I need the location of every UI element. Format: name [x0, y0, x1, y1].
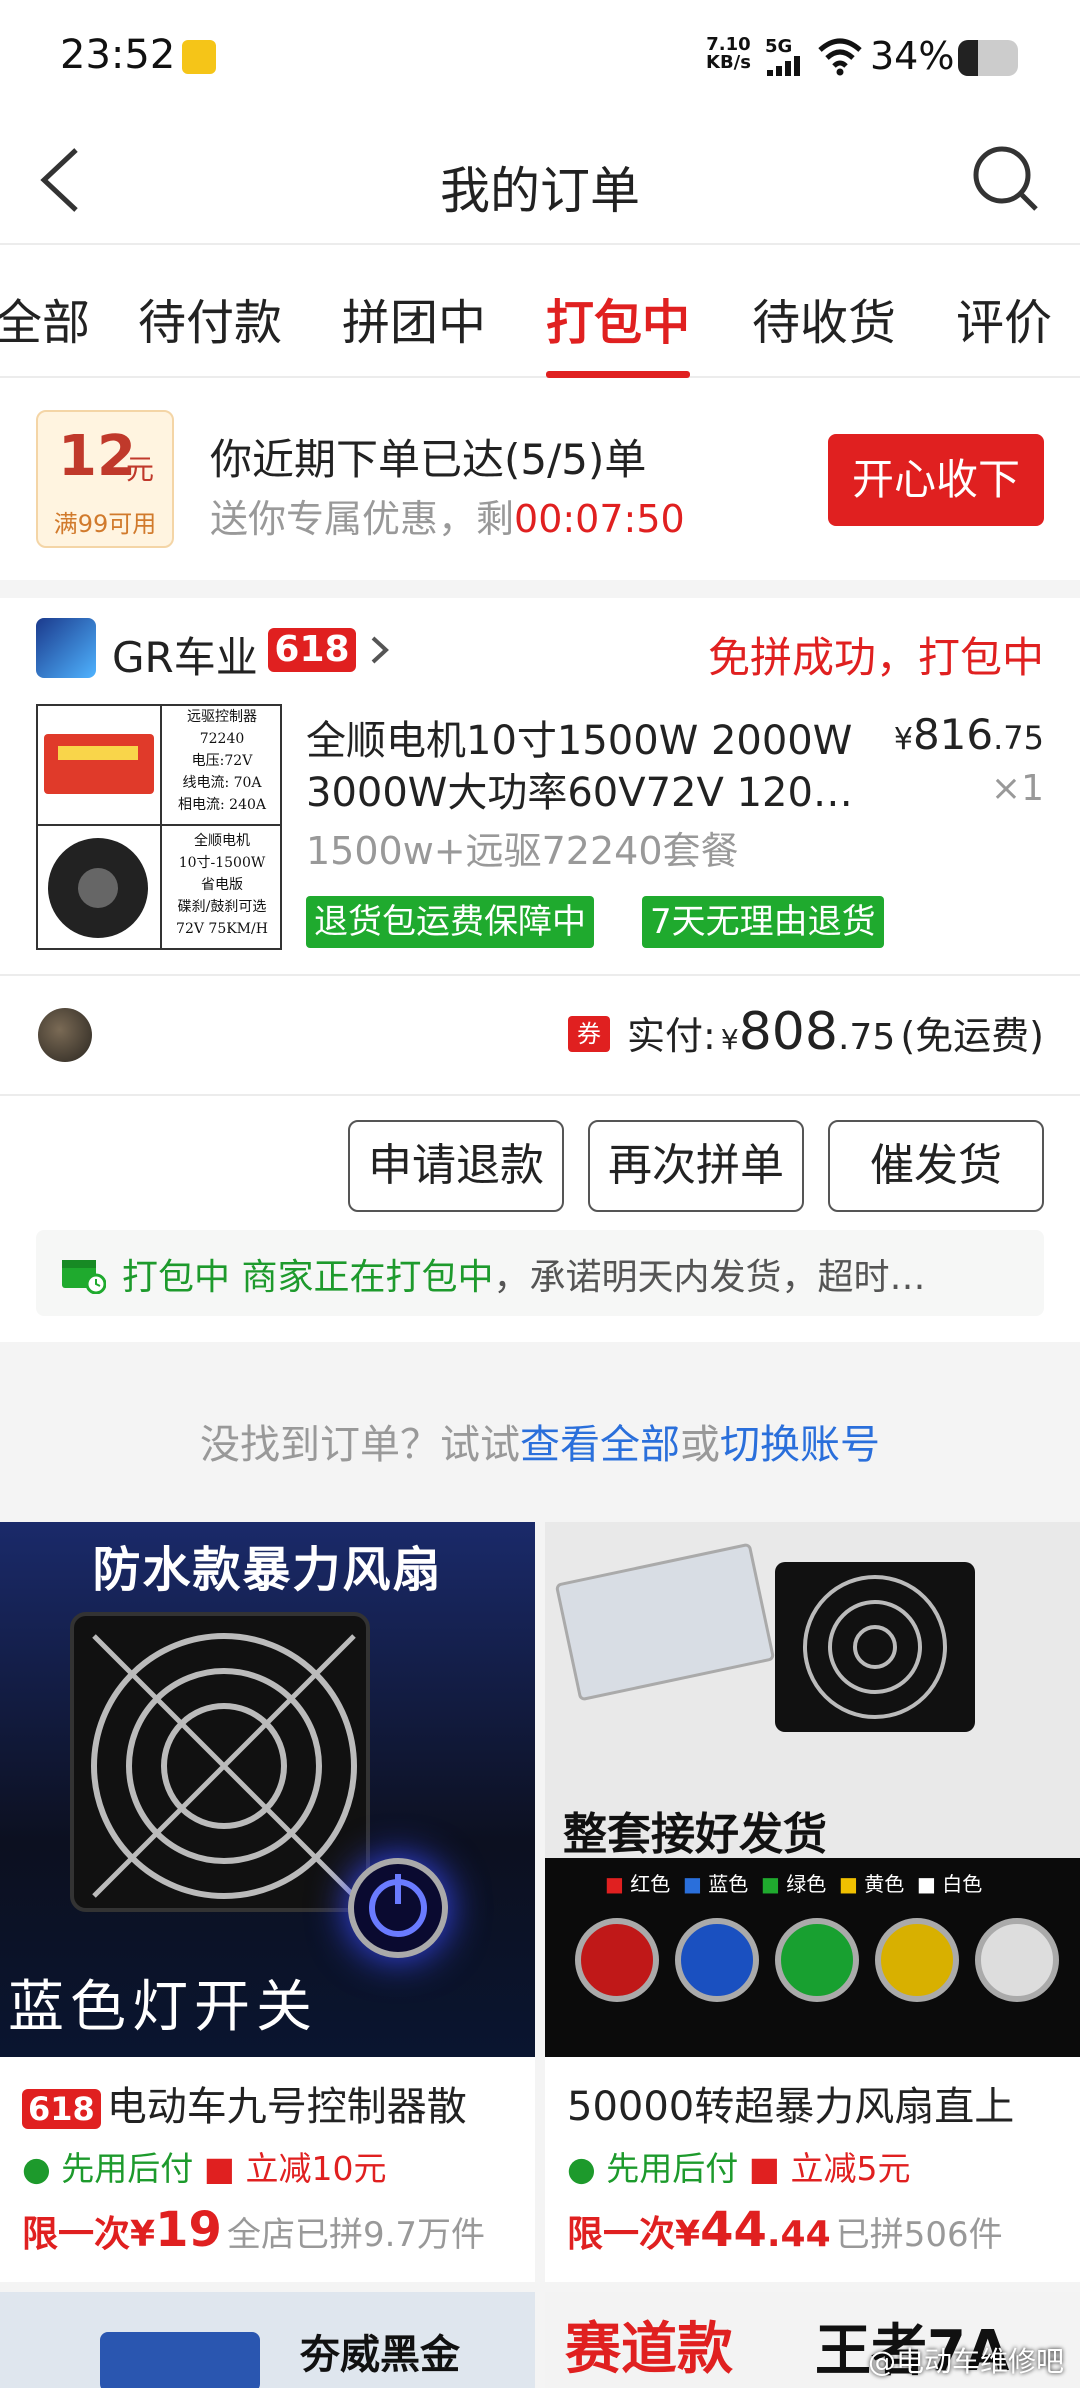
controller-image — [38, 706, 162, 826]
controller-box-graphic — [554, 1542, 776, 1702]
buyer-avatar — [38, 1008, 92, 1062]
package-icon — [60, 1254, 107, 1295]
order-card: GR车业 618 免拼成功，打包中 远驱控制器 72240 电压:72V 线电流… — [0, 598, 1080, 1342]
product-tags: ● 先用后付 ■ 立减5元 — [567, 2142, 910, 2190]
tab-review[interactable]: 评价 — [956, 283, 1052, 353]
image-caption-bottom: 蓝色灯开关 — [8, 1975, 318, 2040]
coupon-ticket: 12 元 满99可用 — [36, 410, 174, 548]
discount-tag: ■ 立减10元 — [203, 2149, 387, 2188]
view-all-link[interactable]: 查看全部 — [520, 1422, 680, 1468]
coupon-subtext: 送你专属优惠，剩00:07:50 — [210, 497, 685, 541]
battery-icon — [958, 40, 1018, 76]
product-price: 限一次¥19 全店已拼9.7万件 — [22, 2202, 486, 2258]
signal-icon — [765, 56, 805, 76]
recommend-card[interactable]: 防水款暴力风扇 蓝色灯开关 618 电动车九号控制器散 ● 先用后付 ■ 立减10… — [0, 1522, 535, 2282]
urge-shipment-button[interactable]: 催发货 — [828, 1120, 1044, 1212]
image-caption-top: 防水款暴力风扇 — [92, 1542, 443, 1598]
coupon-condition: 满99可用 — [53, 510, 157, 538]
request-refund-button[interactable]: 申请退款 — [348, 1120, 564, 1212]
product-image: 防水款暴力风扇 蓝色灯开关 — [0, 1522, 535, 2057]
page-title: 我的订单 — [440, 162, 640, 220]
motor-image — [38, 826, 162, 948]
product-price: 限一次¥44.44 已拼506件 — [567, 2202, 1003, 2258]
motor-specs: 全顺电机 10寸-1500W 省电版 碟刹/鼓刹可选 72V 75KM/H — [176, 833, 268, 937]
switch-colors-panel: ■ 红色 ■ 蓝色 ■ 绿色 ■ 黄色 ■ 白色 — [545, 1858, 1080, 2057]
pay-later-tag: ● 先用后付 — [22, 2149, 194, 2188]
product-image: 整套接好发货 ■ 红色 ■ 蓝色 ■ 绿色 ■ 黄色 ■ 白色 — [545, 1522, 1080, 2057]
shipping-notice[interactable]: 打包中 商家正在打包中，承诺明天内发货，超时… — [36, 1230, 1044, 1316]
paid-amount: 实付: ¥808.75 (免运费) — [626, 1002, 1044, 1062]
return-shipping-tag: 退货包运费保障中 — [306, 896, 594, 948]
product-price: ¥816.75 — [893, 710, 1044, 759]
product-title: 50000转超暴力风扇直上 — [567, 2084, 1015, 2130]
battery-percent: 34% — [870, 34, 955, 78]
product-spec: 1500w+远驱72240套餐 — [306, 829, 739, 873]
blue-switch-graphic — [348, 1858, 448, 1958]
fan-graphic — [70, 1612, 370, 1912]
status-time: 23:52 — [60, 32, 176, 78]
not-found-tip: 没找到订单？试试查看全部或切换账号 — [0, 1342, 1080, 1522]
tab-group-buying[interactable]: 拼团中 — [342, 283, 486, 353]
divider — [0, 1094, 1080, 1096]
tab-packing[interactable]: 打包中 — [546, 283, 690, 353]
network-type: 5G — [765, 36, 793, 57]
product-tags: ● 先用后付 ■ 立减10元 — [22, 2142, 386, 2190]
shop-name[interactable]: GR车业 — [112, 624, 258, 685]
order-status: 免拼成功，打包中 — [707, 633, 1044, 682]
product-quantity: ×1 — [990, 768, 1044, 809]
coupon-headline: 你近期下单已达(5/5)单 — [210, 435, 647, 484]
pay-later-tag: ● 先用后付 — [567, 2149, 739, 2188]
wifi-icon — [818, 36, 862, 76]
net-speed: 7.10 KB/s — [706, 34, 751, 73]
tab-all[interactable]: 全部 — [0, 283, 90, 353]
product-title-line2[interactable]: 3000W大功率60V72V 120… — [306, 760, 853, 818]
switch-account-link[interactable]: 切换账号 — [720, 1422, 880, 1468]
recommend-card[interactable]: 整套接好发货 ■ 红色 ■ 蓝色 ■ 绿色 ■ 黄色 ■ 白色 50000转超暴… — [545, 1522, 1080, 2282]
notification-icon — [182, 40, 216, 74]
discount-tag: ■ 立减5元 — [748, 2149, 911, 2188]
tab-active-indicator — [546, 371, 690, 378]
shop-avatar — [36, 618, 96, 678]
status-bar: 23:52 7.10 KB/s 5G 34% — [0, 0, 1080, 115]
product-title: 618 电动车九号控制器散 — [22, 2074, 467, 2132]
coupon-countdown: 00:07:50 — [514, 497, 685, 541]
controller-specs: 远驱控制器 72240 电压:72V 线电流: 70A 相电流: 240A — [162, 706, 280, 826]
shipping-notice-text: 打包中 商家正在打包中，承诺明天内发货，超时… — [122, 1257, 926, 1298]
chevron-right-icon[interactable] — [368, 630, 392, 670]
product-title-line1[interactable]: 全顺电机10寸1500W 2000W — [306, 708, 852, 766]
divider — [0, 974, 1080, 976]
tab-to-receive[interactable]: 待收货 — [752, 283, 896, 353]
product-thumbnail[interactable]: 远驱控制器 72240 电压:72V 线电流: 70A 相电流: 240A 全顺… — [36, 704, 282, 950]
page-header: 我的订单 — [0, 115, 1080, 245]
recommend-card-partial[interactable]: 夯威黑金 — [0, 2292, 535, 2388]
coupon-icon: 券 — [568, 1016, 610, 1052]
coupon-unit: 元 — [126, 453, 155, 486]
coupon-banner: 12 元 满99可用 你近期下单已达(5/5)单 送你专属优惠，剩00:07:5… — [0, 378, 1080, 580]
tab-pending-payment[interactable]: 待付款 — [138, 283, 282, 353]
order-tabs: 全部 待付款 拼团中 打包中 待收货 评价 — [0, 245, 1080, 378]
group-again-button[interactable]: 再次拼单 — [588, 1120, 804, 1212]
shop-badge-618: 618 — [268, 628, 356, 672]
watermark: @电动车维修吧 — [867, 2345, 1064, 2378]
search-icon[interactable] — [972, 145, 1042, 215]
accept-coupon-button[interactable]: 开心收下 — [828, 434, 1044, 526]
image-caption-mid: 整套接好发货 — [563, 1809, 827, 1860]
seven-day-return-tag: 7天无理由退货 — [642, 896, 884, 948]
coupon-amount: 12 — [58, 424, 136, 489]
not-found-text: 没找到订单？试试查看全部或切换账号 — [200, 1422, 880, 1468]
fan-graphic — [775, 1562, 975, 1732]
